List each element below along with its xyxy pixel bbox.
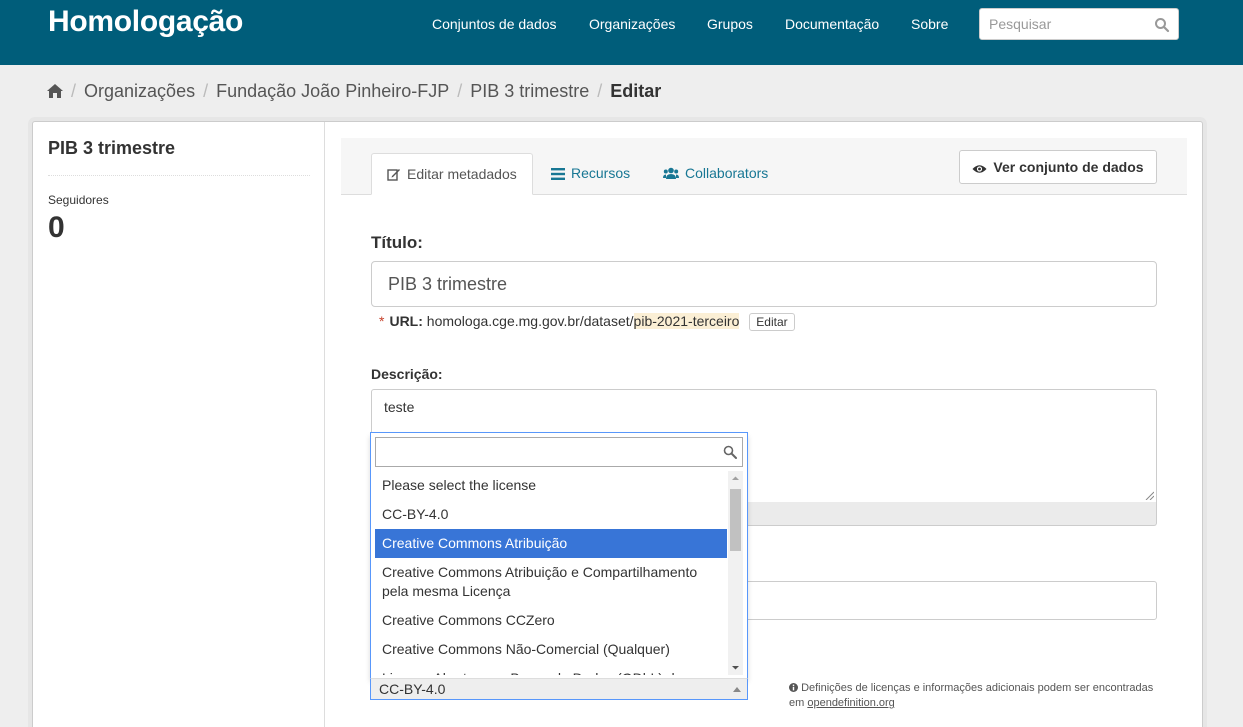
license-option[interactable]: CC-BY-4.0 bbox=[375, 500, 727, 529]
description-value: teste bbox=[384, 399, 415, 415]
license-option-highlighted[interactable]: Creative Commons Atribuição bbox=[375, 529, 727, 558]
license-options: Please select the license CC-BY-4.0 Crea… bbox=[375, 471, 727, 675]
tab-label: Editar metadados bbox=[407, 166, 517, 182]
title-input[interactable]: PIB 3 trimestre bbox=[371, 261, 1157, 307]
license-option[interactable]: Creative Commons Atribuição e Compartilh… bbox=[375, 558, 727, 606]
eye-icon bbox=[972, 165, 987, 173]
url-edit-button[interactable]: Editar bbox=[749, 313, 795, 331]
home-icon[interactable] bbox=[47, 84, 63, 98]
license-help: Definições de licenças e informações adi… bbox=[789, 681, 1169, 711]
url-prefix: homologa.cge.mg.gov.br/dataset/ bbox=[426, 313, 634, 329]
url-line: * URL: homologa.cge.mg.gov.br/dataset/pib… bbox=[379, 313, 795, 331]
license-select[interactable]: CC-BY-4.0 bbox=[370, 678, 748, 700]
breadcrumb-organization[interactable]: Fundação João Pinheiro-FJP bbox=[216, 81, 449, 101]
tab-collaborators[interactable]: Collaborators bbox=[648, 153, 783, 195]
license-select-value: CC-BY-4.0 bbox=[379, 681, 446, 697]
license-search-input[interactable] bbox=[375, 437, 743, 467]
tab-label: Recursos bbox=[571, 165, 631, 181]
nav-groups[interactable]: Grupos bbox=[707, 16, 753, 32]
license-option[interactable]: Licenca Aberta para Bases de Dados (ODbL… bbox=[375, 664, 727, 675]
breadcrumb-separator: / bbox=[203, 81, 209, 101]
users-icon bbox=[663, 167, 679, 179]
license-dropdown: Please select the license CC-BY-4.0 Crea… bbox=[370, 432, 748, 678]
search-box bbox=[979, 8, 1179, 40]
tab-resources[interactable]: Recursos bbox=[536, 153, 645, 195]
search-input[interactable] bbox=[980, 9, 1150, 39]
url-label: URL: bbox=[389, 313, 423, 329]
nav-documentation[interactable]: Documentação bbox=[785, 16, 879, 32]
site-header: Homologação Conjuntos de dados Organizaç… bbox=[0, 0, 1243, 65]
opendefinition-link[interactable]: opendefinition.org bbox=[807, 697, 894, 709]
nav-datasets[interactable]: Conjuntos de dados bbox=[432, 16, 557, 32]
url-slug: pib-2021-terceiro bbox=[633, 313, 740, 329]
scroll-down-icon[interactable] bbox=[728, 660, 743, 675]
breadcrumb: / Organizações / Fundação João Pinheiro-FJP… bbox=[47, 81, 661, 102]
dropdown-scrollbar[interactable] bbox=[728, 471, 743, 675]
license-option[interactable]: Creative Commons Não-Comercial (Qualquer… bbox=[375, 635, 727, 664]
scroll-up-icon[interactable] bbox=[728, 471, 743, 486]
title-label: Título: bbox=[371, 233, 423, 252]
breadcrumb-separator: / bbox=[457, 81, 463, 101]
edit-icon bbox=[387, 169, 400, 181]
view-dataset-button[interactable]: Ver conjunto de dados bbox=[959, 150, 1157, 184]
nav-about[interactable]: Sobre bbox=[911, 16, 948, 32]
tab-bar: Editar metadados Recursos Collaborators bbox=[341, 138, 1187, 195]
followers-label: Seguidores bbox=[48, 193, 109, 207]
view-dataset-label: Ver conjunto de dados bbox=[993, 159, 1144, 175]
required-marker: * bbox=[379, 313, 385, 329]
dataset-title: PIB 3 trimestre bbox=[48, 138, 176, 158]
license-option[interactable]: Please select the license bbox=[375, 471, 727, 500]
list-icon bbox=[551, 168, 565, 180]
description-label: Descrição: bbox=[371, 366, 443, 382]
breadcrumb-current: Editar bbox=[610, 81, 662, 101]
nav-organizations[interactable]: Organizações bbox=[589, 16, 675, 32]
sidebar: PIB 3 trimestre Seguidores 0 bbox=[33, 122, 325, 727]
breadcrumb-dataset[interactable]: PIB 3 trimestre bbox=[470, 81, 589, 101]
divider bbox=[48, 175, 310, 176]
followers-count: 0 bbox=[48, 211, 65, 244]
site-logo[interactable]: Homologação bbox=[48, 5, 243, 39]
info-icon bbox=[789, 683, 798, 692]
scrollbar-thumb[interactable] bbox=[730, 489, 741, 551]
breadcrumb-separator: / bbox=[597, 81, 603, 101]
breadcrumb-separator: / bbox=[71, 81, 77, 101]
search-icon[interactable] bbox=[1154, 17, 1170, 33]
chevron-up-icon bbox=[733, 687, 741, 692]
resize-grip-icon[interactable] bbox=[1144, 490, 1154, 500]
breadcrumb-organizations[interactable]: Organizações bbox=[84, 81, 195, 101]
tab-edit-metadata[interactable]: Editar metadados bbox=[371, 153, 533, 195]
tab-label: Collaborators bbox=[685, 165, 769, 181]
license-option[interactable]: Creative Commons CCZero bbox=[375, 606, 727, 635]
search-icon bbox=[723, 445, 737, 459]
